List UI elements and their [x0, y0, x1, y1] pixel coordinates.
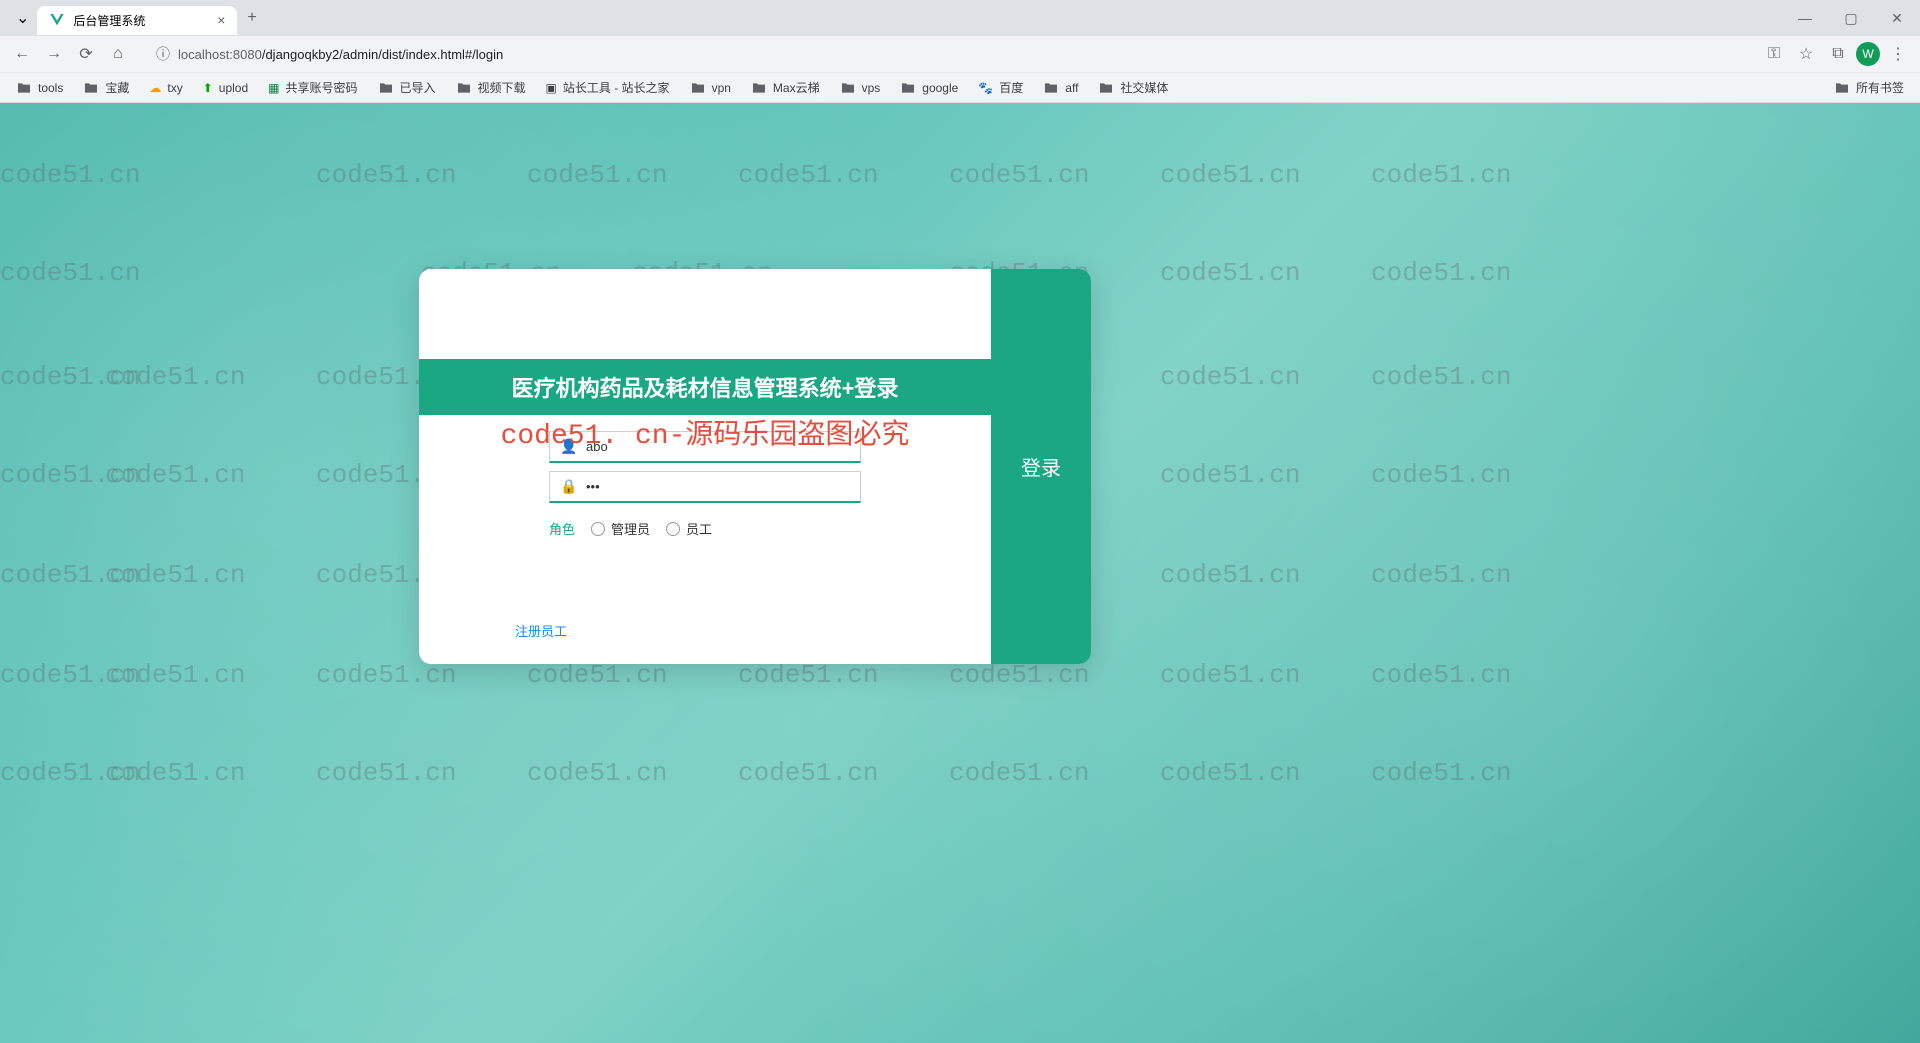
bookmark-google[interactable]: google	[892, 76, 966, 100]
nav-bar: ← → ⟳ ⌂ ⓘ localhost:8080/djangoqkby2/adm…	[0, 36, 1920, 72]
url-path: /djangoqkby2/admin/dist/index.html#/logi…	[262, 47, 503, 62]
login-button[interactable]: 登录	[1011, 442, 1071, 491]
baidu-icon: 🐾	[978, 81, 993, 95]
url-bar[interactable]: ⓘ localhost:8080/djangoqkby2/admin/dist/…	[144, 40, 1748, 68]
folder-icon	[378, 80, 394, 96]
browser-tab[interactable]: 后台管理系统 ×	[37, 6, 237, 35]
folder-icon	[751, 80, 767, 96]
browser-chrome: ⌄ 后台管理系统 × + — ▢ ✕ ← → ⟳ ⌂ ⓘ localhost:8…	[0, 0, 1920, 103]
role-admin-radio[interactable]: 管理员	[591, 519, 650, 538]
radio-icon	[666, 522, 680, 536]
watermark-overlay-text: code51. cn-源码乐园盗图必究	[419, 412, 991, 452]
bookmark-treasure[interactable]: 宝藏	[75, 75, 137, 100]
password-input[interactable]	[586, 479, 850, 494]
reload-button[interactable]: ⟳	[72, 40, 100, 68]
login-title: 医疗机构药品及耗材信息管理系统+登录	[419, 359, 991, 415]
menu-icon[interactable]: ⋮	[1884, 40, 1912, 68]
role-label: 角色	[549, 519, 575, 538]
new-tab-button[interactable]: +	[237, 3, 266, 33]
login-form-panel: 医疗机构药品及耗材信息管理系统+登录 code51. cn-源码乐园盗图必究 👤…	[419, 269, 991, 664]
cloud-icon: ☁	[149, 81, 161, 95]
bookmark-imported[interactable]: 已导入	[370, 75, 444, 100]
bookmark-uplod[interactable]: ⬆uplod	[195, 77, 256, 99]
folder-icon	[456, 80, 472, 96]
folder-icon	[1043, 80, 1059, 96]
upload-icon: ⬆	[203, 81, 213, 95]
password-key-icon[interactable]: ⚿	[1760, 40, 1788, 68]
vue-favicon-icon	[49, 12, 65, 28]
bookmark-tools[interactable]: tools	[8, 76, 71, 100]
login-card: 医疗机构药品及耗材信息管理系统+登录 code51. cn-源码乐园盗图必究 👤…	[419, 269, 1091, 664]
maximize-button[interactable]: ▢	[1828, 0, 1874, 36]
tab-dropdown-icon[interactable]: ⌄	[8, 4, 37, 32]
page-content: code51.cn code51.cn code51.cn code51.cn …	[0, 103, 1920, 1043]
folder-icon	[900, 80, 916, 96]
folder-icon	[16, 80, 32, 96]
bookmark-txy[interactable]: ☁txy	[141, 77, 190, 99]
role-row: 角色 管理员 员工	[549, 519, 861, 538]
password-field-wrap[interactable]: 🔒	[549, 471, 861, 503]
lock-icon: 🔒	[560, 478, 578, 495]
profile-avatar[interactable]: W	[1856, 42, 1880, 66]
folder-icon	[840, 80, 856, 96]
bookmark-vps[interactable]: vps	[832, 76, 889, 100]
minimize-button[interactable]: —	[1782, 0, 1828, 36]
login-button-panel: 登录	[991, 269, 1091, 664]
radio-icon	[591, 522, 605, 536]
bookmark-video-dl[interactable]: 视频下载	[448, 75, 534, 100]
bookmark-baidu[interactable]: 🐾百度	[970, 75, 1031, 100]
folder-icon	[83, 80, 99, 96]
bookmark-shared-pw[interactable]: ▦共享账号密码	[260, 75, 365, 100]
bookmark-seo-tools[interactable]: ▣站长工具 - 站长之家	[538, 75, 678, 100]
bookmark-star-icon[interactable]: ☆	[1792, 40, 1820, 68]
bookmark-vpn[interactable]: vpn	[682, 76, 739, 100]
site-info-icon[interactable]: ⓘ	[156, 44, 170, 64]
window-controls: — ▢ ✕	[1782, 0, 1920, 36]
folder-icon	[1834, 80, 1850, 96]
folder-icon	[690, 80, 706, 96]
all-bookmarks[interactable]: 所有书签	[1826, 75, 1912, 100]
bookmark-social[interactable]: 社交媒体	[1090, 75, 1176, 100]
tab-title: 后台管理系统	[73, 12, 145, 29]
url-host: localhost:8080	[178, 47, 262, 62]
doc-icon: ▦	[268, 81, 279, 95]
forward-button[interactable]: →	[40, 40, 68, 68]
bookmarks-bar: tools 宝藏 ☁txy ⬆uplod ▦共享账号密码 已导入 视频下载 ▣站…	[0, 72, 1920, 102]
role-staff-radio[interactable]: 员工	[666, 519, 712, 538]
close-icon[interactable]: ×	[217, 12, 225, 28]
home-button[interactable]: ⌂	[104, 40, 132, 68]
tab-bar: ⌄ 后台管理系统 × + — ▢ ✕	[0, 0, 1920, 36]
site-icon: ▣	[546, 81, 557, 95]
register-link[interactable]: 注册员工	[515, 621, 567, 640]
folder-icon	[1098, 80, 1114, 96]
bookmark-aff[interactable]: aff	[1035, 76, 1086, 100]
extensions-icon[interactable]: ⧉	[1824, 40, 1852, 68]
back-button[interactable]: ←	[8, 40, 36, 68]
close-window-button[interactable]: ✕	[1874, 0, 1920, 36]
bookmark-maxyun[interactable]: Max云梯	[743, 75, 828, 100]
